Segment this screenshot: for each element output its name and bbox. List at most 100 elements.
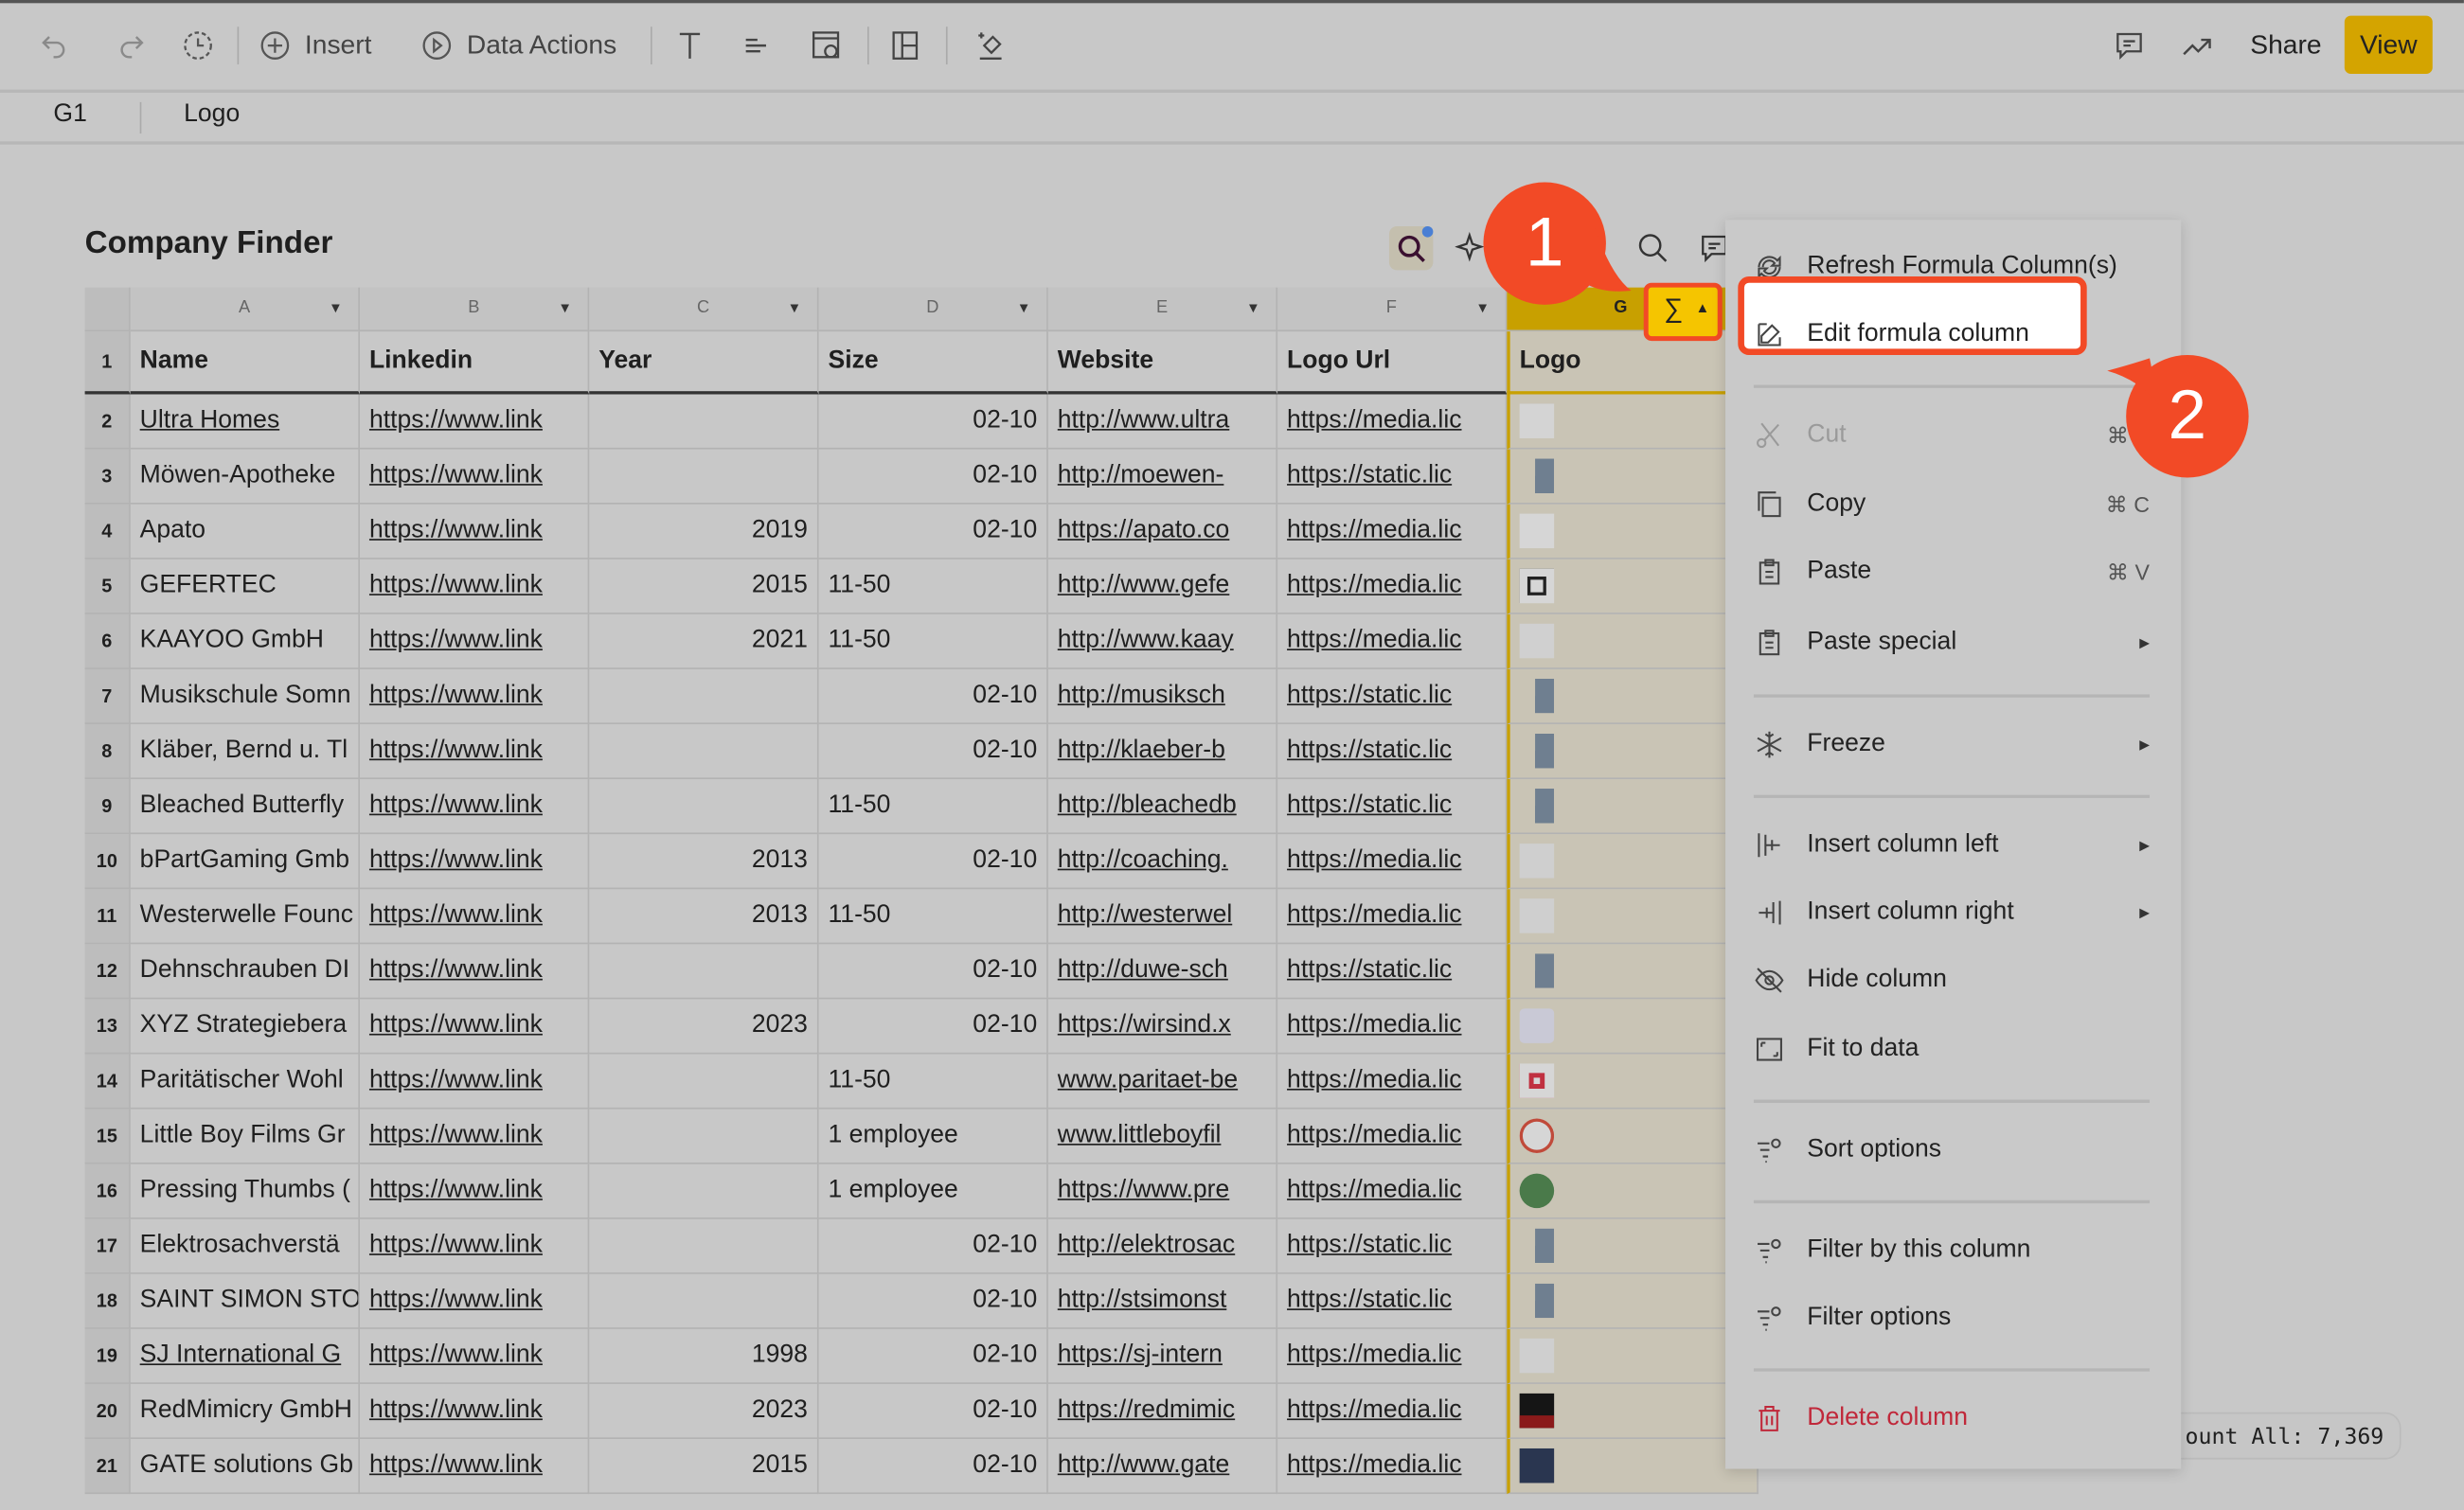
cell-year[interactable] xyxy=(589,1054,819,1110)
cell-reference[interactable]: G1 xyxy=(53,100,86,129)
column-menu-caret-icon[interactable]: ▼ xyxy=(787,288,801,330)
cell-name[interactable]: Ultra Homes xyxy=(130,394,361,450)
cell-logo-url[interactable]: https://media.lic xyxy=(1277,1164,1508,1219)
cell-logo-url[interactable]: https://media.lic xyxy=(1277,394,1508,450)
cell-logo-url[interactable]: https://media.lic xyxy=(1277,1328,1508,1384)
menu-item-delete-column[interactable]: Delete column xyxy=(1754,1395,2152,1443)
cell-size[interactable]: 11-50 xyxy=(818,779,1048,835)
cell-size[interactable]: 02-10 xyxy=(818,668,1048,724)
menu-item-freeze[interactable]: Freeze ▸ xyxy=(1754,721,2152,769)
share-button[interactable]: Share xyxy=(2250,22,2321,69)
row-number[interactable]: 19 xyxy=(84,1328,131,1384)
row-number[interactable]: 9 xyxy=(84,779,131,835)
row-number[interactable]: 17 xyxy=(84,1218,131,1274)
cell-linkedin[interactable]: https://www.link xyxy=(360,889,590,945)
menu-item-filter-by-this-column[interactable]: Filter by this column xyxy=(1754,1227,2152,1274)
cell-name[interactable]: RedMimicry GmbH xyxy=(130,1383,361,1440)
cell-name[interactable]: XYZ Strategiebera xyxy=(130,999,361,1055)
cell-linkedin[interactable]: https://www.link xyxy=(360,559,590,614)
row-number[interactable]: 20 xyxy=(84,1383,131,1440)
cell-linkedin[interactable]: https://www.link xyxy=(360,449,590,505)
cell-year[interactable] xyxy=(589,1273,819,1329)
formula-column-button[interactable]: ∑ ▲ xyxy=(1643,282,1723,342)
column-menu-caret-icon[interactable]: ▼ xyxy=(1246,288,1260,330)
cell-size[interactable]: 02-10 xyxy=(818,1218,1048,1274)
cell-logo-url[interactable]: https://media.lic xyxy=(1277,999,1508,1055)
cell-linkedin[interactable]: https://www.link xyxy=(360,1328,590,1384)
cell-website[interactable]: http://www.kaay xyxy=(1047,613,1278,669)
menu-item-hide-column[interactable]: Hide column xyxy=(1754,957,2152,1004)
text-button[interactable] xyxy=(672,22,707,69)
row-number[interactable]: 11 xyxy=(84,889,131,945)
cell-logo-url[interactable]: https://media.lic xyxy=(1277,834,1508,890)
cell-linkedin[interactable]: https://www.link xyxy=(360,1218,590,1274)
cell-name[interactable]: Apato xyxy=(130,504,361,560)
menu-item-copy[interactable]: Copy ⌘ C xyxy=(1754,481,2152,528)
cell-website[interactable]: https://sj-intern xyxy=(1047,1328,1278,1384)
clear-format-button[interactable] xyxy=(973,22,1008,69)
number-format-button[interactable] xyxy=(888,22,923,69)
cell-size[interactable]: 02-10 xyxy=(818,394,1048,450)
header-cell-linkedin[interactable]: Linkedin xyxy=(360,331,590,395)
menu-item-paste-special[interactable]: Paste special ▸ xyxy=(1754,619,2152,666)
cell-website[interactable]: http://stsimonst xyxy=(1047,1273,1278,1329)
cell-name[interactable]: bPartGaming Gmb xyxy=(130,834,361,890)
undo-button[interactable] xyxy=(38,22,73,69)
cell-linkedin[interactable]: https://www.link xyxy=(360,613,590,669)
cell-size[interactable]: 11-50 xyxy=(818,613,1048,669)
cell-size[interactable]: 1 employee xyxy=(818,1109,1048,1164)
cell-website[interactable]: http://www.gefe xyxy=(1047,559,1278,614)
cell-logo-url[interactable]: https://media.lic xyxy=(1277,889,1508,945)
cell-year[interactable] xyxy=(589,944,819,1000)
view-button[interactable]: View xyxy=(2344,15,2433,74)
cell-year[interactable]: 2013 xyxy=(589,889,819,945)
menu-item-paste[interactable]: Paste ⌘ V xyxy=(1754,548,2152,595)
cell-website[interactable]: http://coaching. xyxy=(1047,834,1278,890)
row-number[interactable]: 7 xyxy=(84,668,131,724)
header-cell-year[interactable]: Year xyxy=(589,331,819,395)
cell-year[interactable]: 2013 xyxy=(589,834,819,890)
menu-item-edit-formula-column[interactable]: Edit formula column xyxy=(1738,276,2152,359)
logo-cell[interactable] xyxy=(1507,1164,1759,1219)
logo-cell[interactable] xyxy=(1507,1109,1759,1164)
cell-size[interactable]: 02-10 xyxy=(818,449,1048,505)
menu-item-filter-options[interactable]: Filter options xyxy=(1754,1294,2152,1341)
cell-website[interactable]: http://klaeber-b xyxy=(1047,723,1278,780)
logo-cell[interactable] xyxy=(1507,834,1759,890)
cell-year[interactable] xyxy=(589,449,819,505)
header-cell-logo[interactable]: Logo xyxy=(1507,331,1759,395)
column-header-b[interactable]: B ▼ xyxy=(360,287,590,332)
header-cell-website[interactable]: Website xyxy=(1047,331,1278,395)
cell-year[interactable]: 1998 xyxy=(589,1328,819,1384)
cell-name[interactable]: SAINT SIMON STO xyxy=(130,1273,361,1329)
cell-linkedin[interactable]: https://www.link xyxy=(360,1109,590,1164)
logo-cell[interactable] xyxy=(1507,559,1759,614)
cell-size[interactable]: 02-10 xyxy=(818,723,1048,780)
row-number[interactable]: 2 xyxy=(84,394,131,450)
cell-linkedin[interactable]: https://www.link xyxy=(360,1439,590,1495)
row-number[interactable]: 10 xyxy=(84,834,131,890)
cell-website[interactable]: https://wirsind.x xyxy=(1047,999,1278,1055)
cell-linkedin[interactable]: https://www.link xyxy=(360,834,590,890)
row-number[interactable]: 16 xyxy=(84,1164,131,1219)
cell-website[interactable]: www.paritaet-be xyxy=(1047,1054,1278,1110)
row-number[interactable]: 13 xyxy=(84,999,131,1055)
cell-name[interactable]: KAAYOO GmbH xyxy=(130,613,361,669)
cell-website[interactable]: http://westerwel xyxy=(1047,889,1278,945)
align-button[interactable] xyxy=(741,22,776,69)
cell-size[interactable]: 02-10 xyxy=(818,1328,1048,1384)
row-number[interactable]: 3 xyxy=(84,449,131,505)
cell-year[interactable] xyxy=(589,723,819,780)
cell-website[interactable]: http://duwe-sch xyxy=(1047,944,1278,1000)
cell-name[interactable]: Bleached Butterfly xyxy=(130,779,361,835)
row-number[interactable]: 6 xyxy=(84,613,131,669)
logo-cell[interactable] xyxy=(1507,668,1759,724)
cell-website[interactable]: https://www.pre xyxy=(1047,1164,1278,1219)
column-header-a[interactable]: A ▼ xyxy=(130,287,361,332)
logo-cell[interactable] xyxy=(1507,449,1759,505)
cell-year[interactable]: 2023 xyxy=(589,999,819,1055)
cell-linkedin[interactable]: https://www.link xyxy=(360,504,590,560)
logo-cell[interactable] xyxy=(1507,1273,1759,1329)
formula-input[interactable]: Logo xyxy=(184,100,240,129)
logo-cell[interactable] xyxy=(1507,1218,1759,1274)
